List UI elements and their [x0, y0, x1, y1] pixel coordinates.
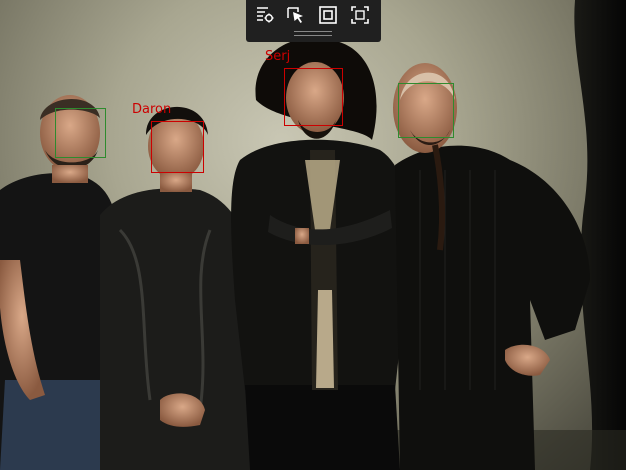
face-label-serj: Serj [265, 49, 291, 64]
face-box-daron[interactable] [151, 121, 204, 173]
face-label-daron: Daron [132, 102, 172, 117]
floating-toolbar [246, 0, 381, 42]
frame-square-icon[interactable] [317, 4, 339, 26]
face-box-unnamed-right[interactable] [398, 83, 454, 138]
drag-handle-icon[interactable] [294, 31, 332, 36]
face-box-unnamed-left[interactable] [55, 108, 106, 158]
fit-screen-icon[interactable] [349, 4, 371, 26]
list-settings-icon[interactable] [254, 4, 276, 26]
select-cursor-icon[interactable] [285, 4, 307, 26]
face-box-serj[interactable] [284, 68, 343, 126]
